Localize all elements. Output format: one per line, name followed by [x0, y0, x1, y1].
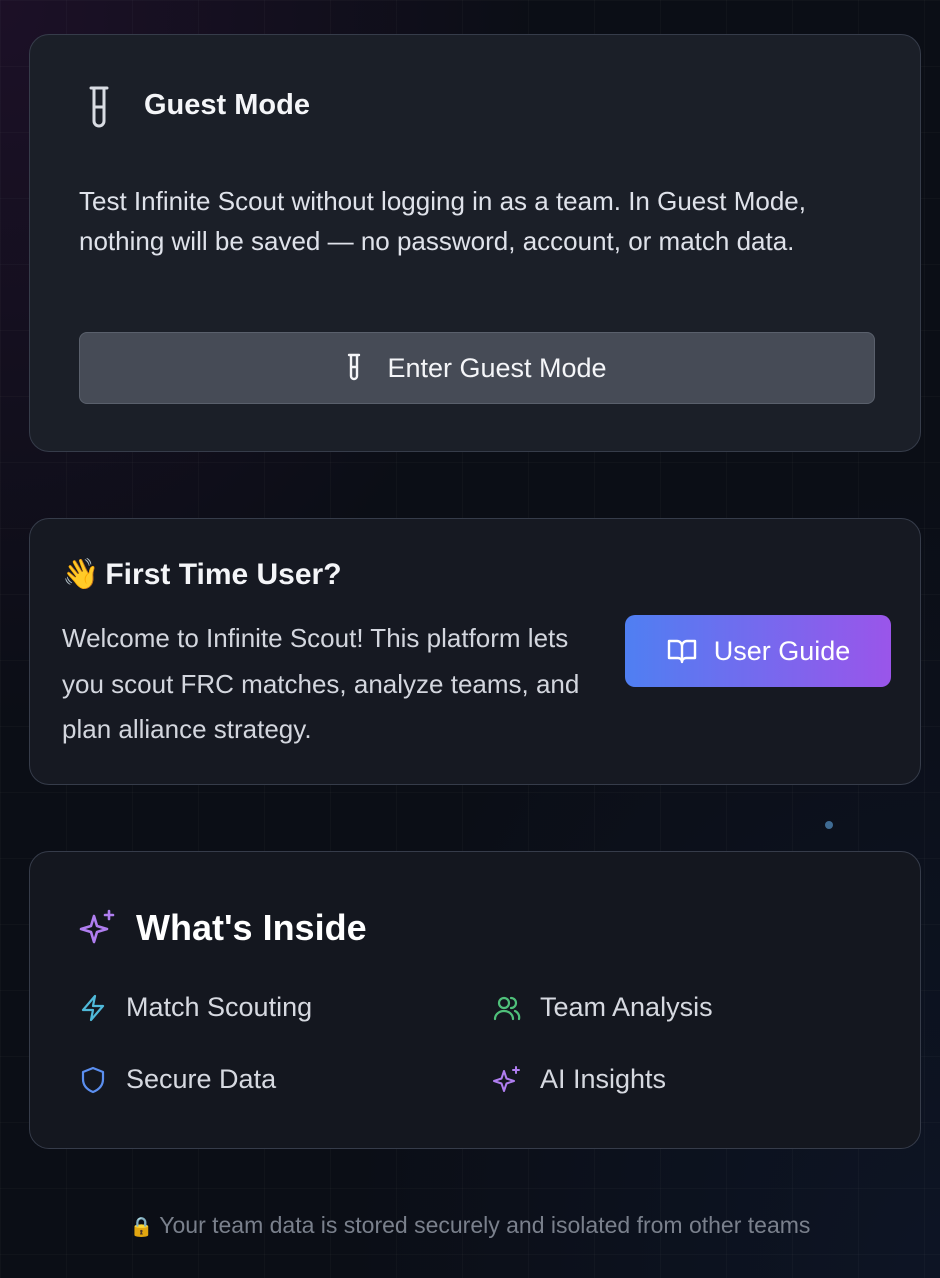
whats-inside-title: What's Inside	[136, 907, 367, 948]
first-time-title-text: First Time User?	[105, 558, 342, 591]
first-time-user-card: 👋 First Time User? Welcome to Infinite Sc…	[29, 518, 921, 785]
test-tube-icon	[89, 86, 109, 128]
guest-mode-description: Test Infinite Scout without logging in a…	[79, 186, 806, 256]
first-time-title: 👋 First Time User?	[62, 557, 342, 592]
feature-label: Secure Data	[126, 1064, 277, 1094]
feature-label: AI Insights	[540, 1064, 667, 1094]
whats-inside-card: What's Inside Match Scouting Team Analys…	[29, 851, 921, 1149]
user-guide-button[interactable]: User Guide	[625, 615, 891, 687]
guest-mode-title: Guest Mode	[144, 89, 310, 121]
feature-ai-insights: AI Insights	[492, 1064, 666, 1095]
feature-match-scouting: Match Scouting	[78, 992, 312, 1023]
guest-mode-card: Guest Mode Test Infinite Scout without l…	[29, 34, 921, 452]
decorative-dot	[825, 821, 833, 829]
feature-team-analysis: Team Analysis	[492, 992, 713, 1023]
lock-icon: 🔒	[129, 1216, 154, 1238]
feature-label: Team Analysis	[540, 992, 713, 1022]
sparkles-icon	[79, 909, 115, 944]
shield-icon	[81, 1066, 105, 1093]
users-icon	[493, 996, 521, 1020]
waving-hand-icon: 👋	[62, 557, 100, 592]
footer-text: Your team data is stored securely and is…	[159, 1212, 811, 1238]
test-tube-icon	[348, 353, 361, 381]
enter-guest-mode-label: Enter Guest Mode	[387, 352, 607, 383]
sparkles-icon	[493, 1065, 520, 1092]
lightning-icon	[81, 994, 105, 1021]
footer-note: 🔒 Your team data is stored securely and i…	[0, 1212, 940, 1239]
book-open-icon	[667, 639, 696, 664]
user-guide-label: User Guide	[713, 635, 851, 666]
first-time-description: Welcome to Infinite Scout! This platform…	[62, 623, 580, 744]
feature-label: Match Scouting	[126, 992, 313, 1022]
whats-inside-header: What's Inside	[78, 907, 367, 949]
feature-secure-data: Secure Data	[78, 1064, 276, 1095]
enter-guest-mode-button[interactable]: Enter Guest Mode	[79, 332, 875, 404]
